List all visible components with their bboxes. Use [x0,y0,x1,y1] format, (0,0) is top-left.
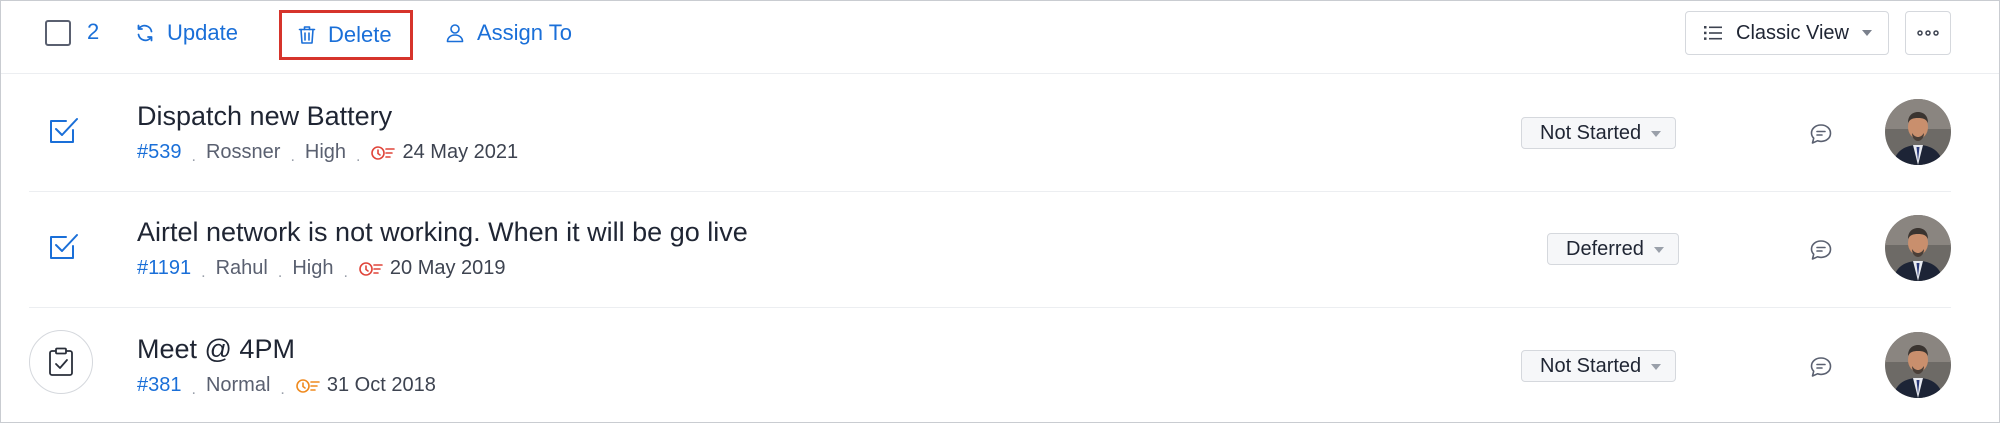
chevron-down-icon [1651,131,1662,137]
assignee-avatar[interactable] [1885,332,1951,398]
chevron-down-icon [1651,364,1662,370]
task-title[interactable]: Airtel network is not working. When it w… [137,217,748,248]
status-label: Not Started [1540,121,1642,144]
trash-icon [298,26,316,44]
checkbox-task-icon[interactable] [47,113,81,152]
selected-count: 2 [87,19,100,44]
task-due-date: 24 May 2021 [402,141,519,163]
due-clock-icon [295,378,321,394]
delete-button[interactable]: Delete [279,10,413,60]
assign-to-label: Assign To [477,20,572,45]
task-row[interactable]: Meet @ 4PM #381 . Normal . 31 Oct 2018 N… [29,308,1951,424]
update-button[interactable]: Update [135,17,238,49]
update-label: Update [167,20,238,45]
overdue-clock-icon [370,145,396,161]
status-dropdown[interactable]: Not Started [1521,117,1677,149]
status-label: Not Started [1540,354,1642,377]
task-priority: Normal [205,374,271,396]
task-owner: Rahul [215,257,268,279]
checkbox-task-icon[interactable] [47,229,81,268]
assign-to-button[interactable]: Assign To [445,17,572,49]
task-meta: #1191 . Rahul . High . 20 May 2019 [137,257,506,281]
separator-dot: . [191,380,196,398]
separator-dot: . [191,147,196,165]
assignee-avatar[interactable] [1885,99,1951,165]
overdue-clock-icon [358,261,384,277]
chevron-down-icon [1653,247,1664,253]
task-meta: #381 . Normal . 31 Oct 2018 [137,374,436,398]
view-selector-dropdown[interactable]: Classic View [1685,11,1889,55]
comment-icon[interactable] [1809,356,1833,383]
more-options-button[interactable] [1905,11,1951,55]
status-label: Deferred [1566,237,1644,260]
task-due-date: 20 May 2019 [389,257,506,279]
task-priority: High [304,141,347,163]
assignee-avatar[interactable] [1885,215,1951,281]
comment-icon[interactable] [1809,123,1833,150]
select-all-checkbox[interactable] [45,20,71,46]
task-list-panel: 2 Update Delete Assign To Classic View D… [0,0,2000,423]
task-owner: Rossner [205,141,281,163]
list-icon [1704,26,1722,40]
chevron-down-icon [1862,30,1872,36]
delete-label: Delete [328,22,392,47]
task-priority: High [292,257,334,279]
separator-dot: . [201,263,206,281]
task-due-date: 31 Oct 2018 [326,374,436,396]
task-id[interactable]: #381 [137,374,182,397]
task-row[interactable]: Airtel network is not working. When it w… [29,191,1951,308]
view-selector-label: Classic View [1736,21,1849,44]
task-row[interactable]: Dispatch new Battery #539 . Rossner . Hi… [29,75,1951,192]
clipboard-check-icon[interactable] [29,330,93,394]
separator-dot: . [356,147,361,165]
refresh-icon [137,24,153,42]
task-id[interactable]: #1191 [137,257,191,280]
task-id[interactable]: #539 [137,141,182,164]
separator-dot: . [343,263,348,281]
comment-icon[interactable] [1809,239,1833,266]
more-horizontal-icon [1917,30,1939,36]
separator-dot: . [280,380,285,398]
status-dropdown[interactable]: Deferred [1547,233,1679,265]
task-title[interactable]: Meet @ 4PM [137,334,295,365]
separator-dot: . [277,263,283,281]
status-dropdown[interactable]: Not Started [1521,350,1677,382]
user-icon [446,24,464,43]
bulk-action-toolbar: 2 Update Delete Assign To Classic View [1,1,1999,74]
separator-dot: . [290,147,295,165]
task-meta: #539 . Rossner . High . 24 May 2021 [137,141,519,165]
task-title[interactable]: Dispatch new Battery [137,101,392,132]
